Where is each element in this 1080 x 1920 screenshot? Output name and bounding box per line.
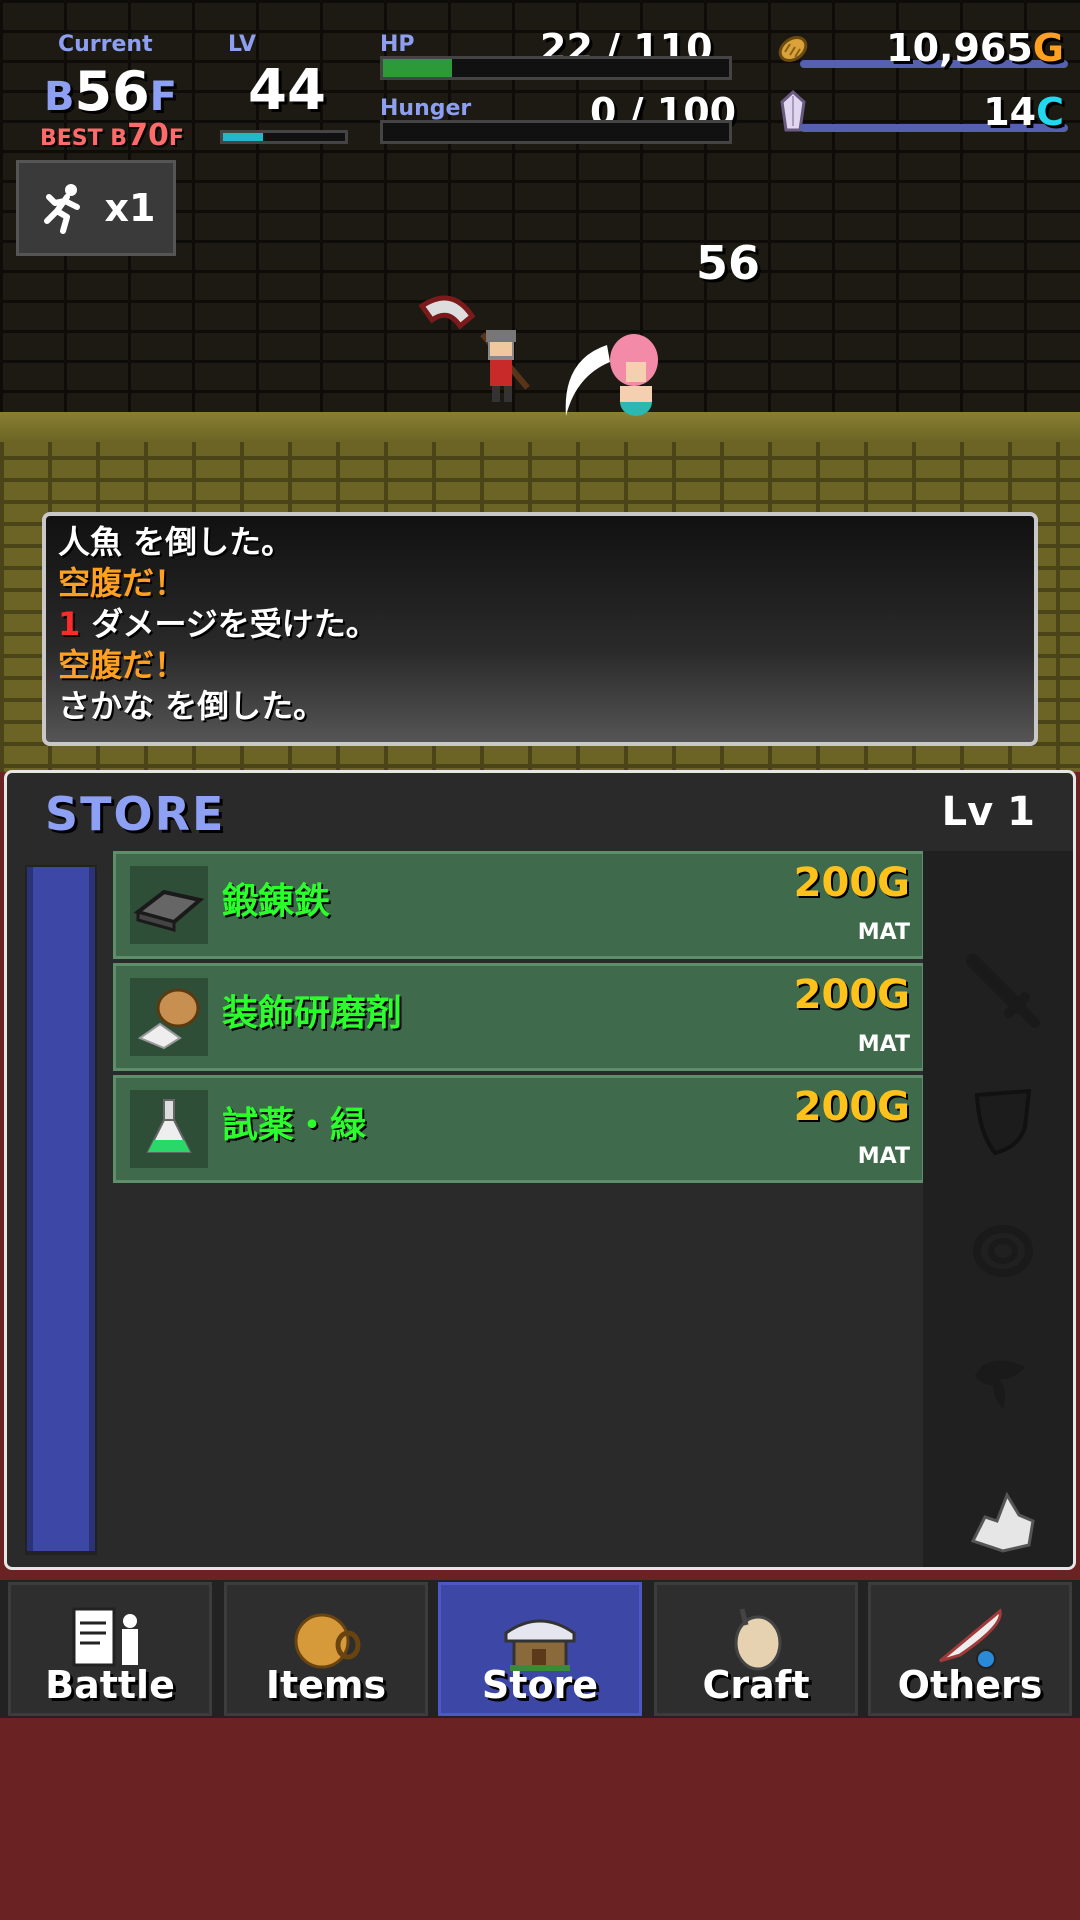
- item-name: 試薬・緑: [222, 1105, 367, 1146]
- item-price: 200G: [793, 860, 910, 906]
- hp-bar: [380, 56, 732, 80]
- store-item[interactable]: 鍛錬鉄 200G MAT: [113, 851, 925, 959]
- green-flask-icon: [130, 1090, 208, 1168]
- mermaid-sprite: [600, 332, 674, 430]
- item-type: MAT: [857, 1144, 910, 1169]
- level-value: 44: [248, 58, 326, 123]
- store-category-bar: [923, 851, 1073, 1567]
- tab-label: Store: [481, 1663, 599, 1707]
- tab-others[interactable]: Others: [868, 1582, 1072, 1716]
- hunger-bar: [380, 120, 732, 144]
- log-line: 人魚 を倒した。: [58, 523, 294, 561]
- item-type: MAT: [857, 1032, 910, 1057]
- ore-icon[interactable]: [963, 1481, 1043, 1561]
- item-name: 装飾研磨剤: [222, 993, 403, 1034]
- hunger-label: Hunger: [380, 96, 472, 121]
- tab-label: Items: [265, 1663, 387, 1707]
- running-man-icon: [37, 181, 91, 235]
- item-type: MAT: [857, 920, 910, 945]
- shield-icon[interactable]: [963, 1081, 1043, 1161]
- crystal-amount: 14C: [983, 90, 1064, 134]
- tab-craft[interactable]: Craft: [654, 1582, 858, 1716]
- item-price: 200G: [793, 972, 910, 1018]
- game-screen: Current B56F BEST B70F LV 44 HP 22 / 110…: [0, 0, 1080, 1718]
- log-line: 1 ダメージを受けた。: [58, 605, 378, 643]
- tab-items[interactable]: Items: [224, 1582, 428, 1716]
- log-line: さかな を倒した。: [58, 687, 326, 725]
- item-price: 200G: [793, 1084, 910, 1130]
- exp-bar: [220, 130, 348, 144]
- gold-amount: 10,965G: [886, 26, 1064, 70]
- damage-number: 56: [696, 236, 761, 290]
- item-name: 鍛錬鉄: [222, 881, 331, 922]
- store-scrollbar-thumb[interactable]: [27, 867, 95, 1551]
- sword-icon[interactable]: [963, 951, 1043, 1031]
- current-floor-label: Current: [58, 32, 153, 57]
- tab-label: Others: [897, 1663, 1043, 1707]
- tab-battle[interactable]: Battle: [8, 1582, 212, 1716]
- tab-label: Craft: [702, 1663, 810, 1707]
- store-panel: STORE Lv 1 鍛錬鉄 200G MAT 装飾研磨剤 200G MAT 試…: [4, 770, 1076, 1570]
- ring-icon[interactable]: [963, 1211, 1043, 1291]
- level-label: LV: [228, 32, 257, 57]
- speed-label: x1: [104, 186, 156, 230]
- battle-log: 人魚 を倒した。 空腹だ！ 1 ダメージを受けた。 空腹だ！ さかな を倒した。: [42, 512, 1038, 746]
- polish-bag-icon: [130, 978, 208, 1056]
- store-item-list: 鍛錬鉄 200G MAT 装飾研磨剤 200G MAT 試薬・緑 200G MA…: [113, 851, 925, 1187]
- store-item[interactable]: 試薬・緑 200G MAT: [113, 1075, 925, 1183]
- store-title: STORE: [45, 787, 226, 841]
- iron-ingot-icon: [130, 866, 208, 944]
- herb-icon[interactable]: [963, 1345, 1043, 1425]
- speed-toggle-button[interactable]: x1: [16, 160, 176, 256]
- store-level: Lv 1: [941, 789, 1035, 835]
- tab-store[interactable]: Store: [438, 1582, 642, 1716]
- log-line: 空腹だ！: [58, 646, 187, 684]
- store-item[interactable]: 装飾研磨剤 200G MAT: [113, 963, 925, 1071]
- hp-label: HP: [380, 32, 415, 57]
- tab-label: Battle: [45, 1663, 175, 1707]
- best-floor: BEST B70F: [40, 118, 184, 153]
- hero-sprite: [412, 286, 552, 420]
- bottom-tab-bar: Battle Items Store Craft Others: [0, 1580, 1080, 1718]
- log-line: 空腹だ！: [58, 564, 187, 602]
